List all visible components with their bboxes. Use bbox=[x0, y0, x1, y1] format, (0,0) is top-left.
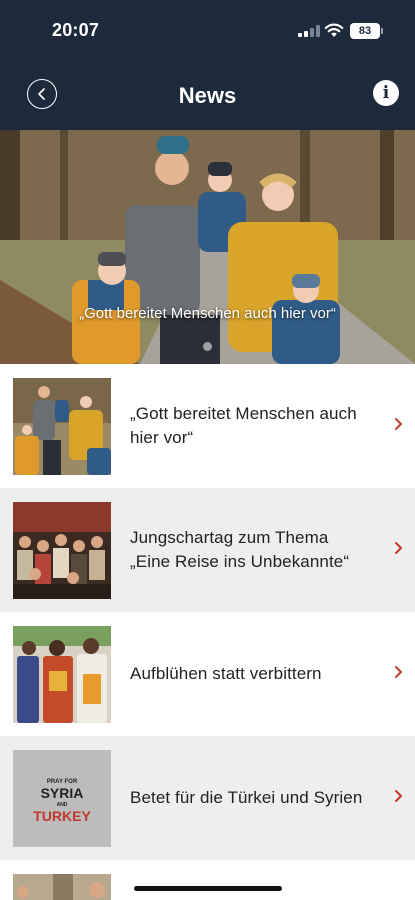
page-title: News bbox=[178, 83, 237, 108]
hero-image bbox=[0, 130, 415, 364]
home-indicator bbox=[134, 886, 282, 891]
news-item[interactable]: „Gott bereitet Menschen auch hier vor“ bbox=[0, 364, 415, 488]
news-thumbnail bbox=[13, 874, 111, 900]
news-title: Betet für die Türkei und Syrien bbox=[130, 788, 363, 807]
info-button[interactable]: i bbox=[373, 80, 399, 106]
chevron-right-icon bbox=[395, 666, 402, 678]
news-thumbnail bbox=[13, 502, 111, 599]
chevron-right-icon bbox=[395, 790, 402, 802]
status-time: 20:07 bbox=[52, 20, 100, 40]
status-bar: 20:07 83 bbox=[0, 0, 415, 62]
news-item[interactable] bbox=[0, 860, 415, 900]
wifi-icon bbox=[324, 23, 344, 37]
info-icon: i bbox=[382, 83, 390, 103]
chevron-right-icon bbox=[395, 418, 402, 430]
hero-carousel[interactable]: „Gott bereitet Menschen auch hier vor“ bbox=[0, 130, 415, 364]
chevron-right-icon bbox=[395, 542, 402, 554]
news-thumbnail: PRAY FOR SYRIA AND TURKEY bbox=[13, 750, 111, 847]
thumb-text-line4: TURKEY bbox=[33, 808, 91, 824]
news-thumbnail bbox=[13, 378, 111, 475]
navigation-bar: News i bbox=[0, 62, 415, 130]
news-list: „Gott bereitet Menschen auch hier vor“ J… bbox=[0, 364, 415, 860]
carousel-pagination bbox=[0, 338, 415, 356]
news-item[interactable]: PRAY FOR SYRIA AND TURKEY Betet für die … bbox=[0, 736, 415, 860]
news-item[interactable]: Jungschartag zum Thema „Eine Reise ins U… bbox=[0, 488, 415, 612]
news-title: Aufblühen statt verbittern bbox=[130, 664, 322, 683]
news-title: „Gott bereitet Menschen auch hier vor“ bbox=[130, 404, 357, 447]
carousel-dot[interactable] bbox=[203, 342, 212, 351]
battery-indicator: 83 bbox=[350, 23, 383, 39]
news-title: Jungschartag zum Thema „Eine Reise ins U… bbox=[130, 528, 350, 571]
cellular-signal-icon bbox=[298, 25, 320, 37]
news-thumbnail bbox=[13, 626, 111, 723]
news-item[interactable]: Aufblühen statt verbittern bbox=[0, 612, 415, 736]
thumb-text-line2: SYRIA bbox=[41, 785, 84, 801]
hero-caption: „Gott bereitet Menschen auch hier vor“ bbox=[79, 305, 336, 322]
